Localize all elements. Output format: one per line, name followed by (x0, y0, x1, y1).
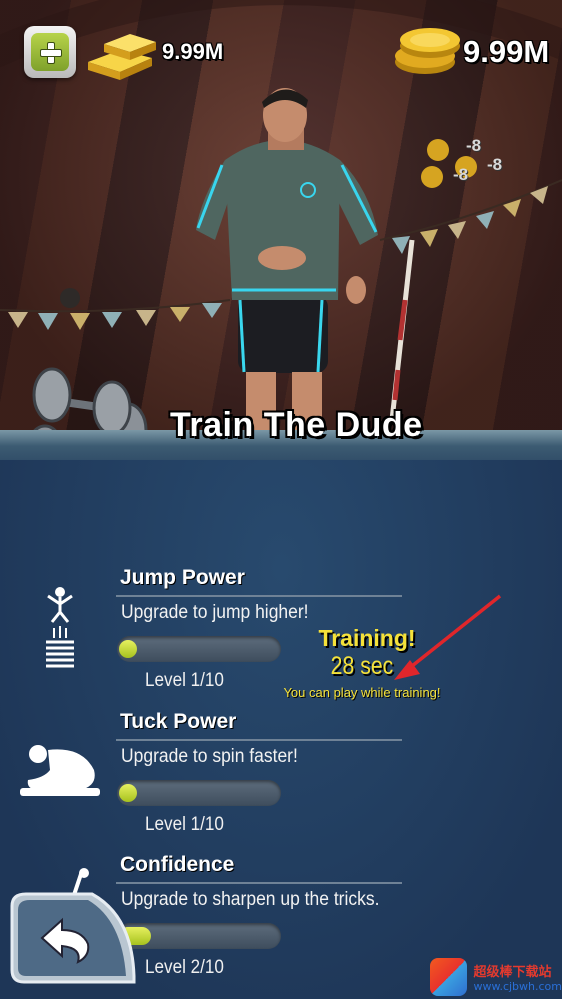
skill-progress-fill (119, 640, 137, 658)
coins-count: 9.99M (463, 34, 550, 69)
skill-level: Level 2/10 (145, 957, 224, 978)
page-title: Train The Dude (170, 406, 423, 444)
skill-name: Confidence (120, 853, 235, 876)
jumper-spring-icon (46, 587, 74, 668)
skill-progress-bar (117, 780, 281, 806)
skill-name: Tuck Power (120, 710, 237, 733)
buy-gold-button[interactable] (24, 26, 76, 78)
watermark-url: www.cjbwh.com (473, 980, 562, 993)
annotation-arrow-icon (394, 594, 502, 680)
dude-character (196, 88, 378, 432)
skill-row-tuck-power[interactable]: Tuck Power Upgrade to spin faster! Level… (0, 710, 562, 840)
site-watermark: 超级棒下载站 www.cjbwh.com (430, 955, 562, 999)
back-button[interactable] (8, 886, 140, 986)
divider (116, 739, 402, 741)
floating-reward: -8 (453, 165, 469, 184)
skill-progress-bar (117, 636, 281, 662)
skill-level: Level 1/10 (145, 670, 224, 691)
skill-progress-bar (117, 923, 281, 949)
plus-icon (40, 42, 62, 64)
tuck-pose-icon (20, 745, 100, 796)
skill-description: Upgrade to sharpen up the tricks. (121, 889, 380, 910)
floating-reward: -8 (487, 155, 503, 174)
floating-reward: -8 (466, 136, 482, 155)
plus-button-face[interactable] (31, 33, 69, 71)
skill-description: Upgrade to spin faster! (121, 746, 298, 767)
divider (116, 595, 402, 597)
divider (116, 882, 402, 884)
skill-name: Jump Power (120, 566, 245, 589)
skill-progress-fill (119, 784, 137, 802)
site-logo (430, 958, 468, 996)
skill-level: Level 1/10 (145, 814, 224, 835)
gold-bars-count: 9.99M (162, 39, 224, 64)
gold-bars-icon (88, 34, 156, 80)
skill-description: Upgrade to jump higher! (121, 602, 309, 623)
watermark-title: 超级棒下载站 (473, 965, 552, 980)
coin-stack-icon (395, 28, 460, 74)
